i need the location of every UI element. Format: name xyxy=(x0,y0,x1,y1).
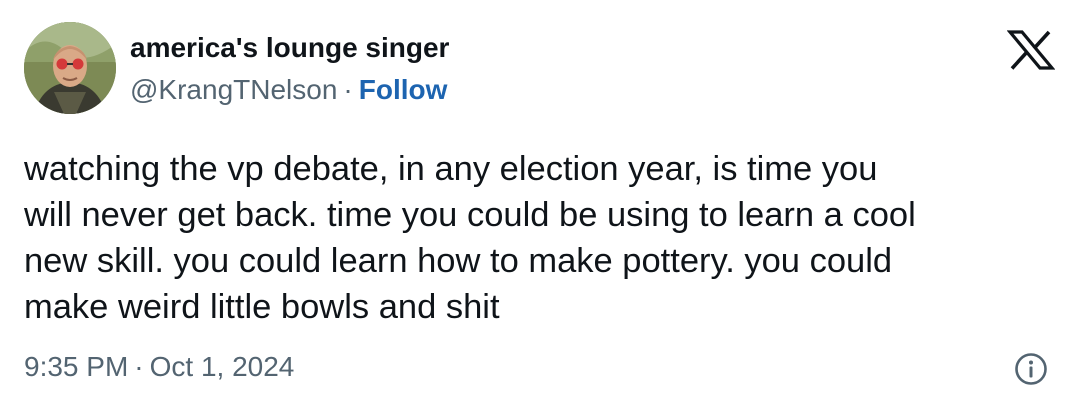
follow-button[interactable]: Follow xyxy=(359,74,448,105)
tweet-time: 9:35 PM xyxy=(24,351,129,382)
tweet-text: watching the vp debate, in any election … xyxy=(24,150,916,326)
tweet-timestamp[interactable]: 9:35 PM · Oct 1, 2024 xyxy=(24,349,294,385)
tweet-date: Oct 1, 2024 xyxy=(149,351,295,382)
handle-row: @KrangTNelson · Follow xyxy=(130,72,447,108)
avatar[interactable] xyxy=(24,22,116,114)
info-icon[interactable] xyxy=(1014,352,1048,386)
handle-separator: · xyxy=(343,74,353,105)
display-name[interactable]: america's lounge singer xyxy=(130,30,449,66)
timestamp-separator: · xyxy=(134,351,144,382)
avatar-photo xyxy=(24,22,116,114)
x-logo-icon[interactable] xyxy=(1006,30,1056,70)
user-handle[interactable]: @KrangTNelson xyxy=(130,74,337,105)
